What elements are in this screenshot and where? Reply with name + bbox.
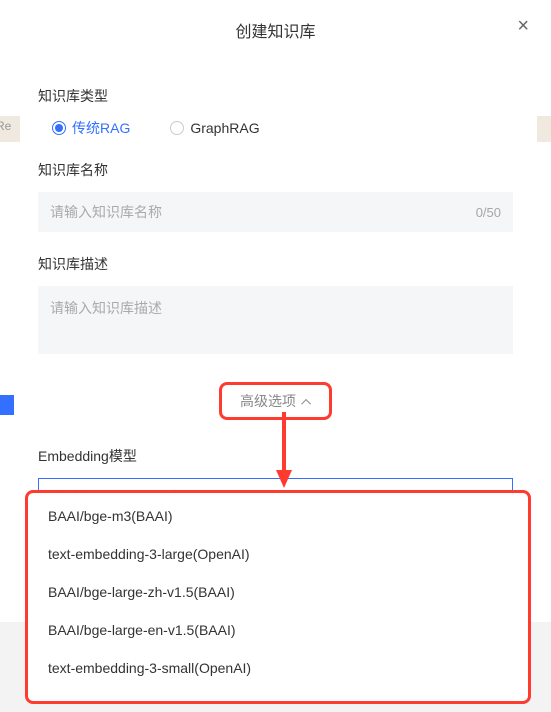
embedding-option[interactable]: text-embedding-ada-002(OpenAI) bbox=[28, 687, 528, 704]
char-counter: 0/50 bbox=[476, 205, 501, 220]
radio-label: GraphRAG bbox=[190, 120, 259, 136]
embedding-dropdown: BAAI/bge-m3(BAAI) text-embedding-3-large… bbox=[25, 490, 531, 704]
advanced-options-label: 高级选项 bbox=[240, 393, 296, 409]
radio-icon bbox=[170, 121, 184, 135]
chevron-up-icon bbox=[301, 399, 311, 409]
kb-type-label: 知识库类型 bbox=[38, 86, 513, 106]
radio-label: 传统RAG bbox=[72, 118, 130, 138]
radio-traditional-rag[interactable]: 传统RAG bbox=[52, 118, 130, 138]
embedding-option[interactable]: BAAI/bge-large-en-v1.5(BAAI) bbox=[28, 611, 528, 649]
radio-graphrag[interactable]: GraphRAG bbox=[170, 118, 259, 138]
embedding-option[interactable]: BAAI/bge-large-zh-v1.5(BAAI) bbox=[28, 573, 528, 611]
kb-desc-textarea[interactable]: 请输入知识库描述 bbox=[38, 286, 513, 354]
kb-name-label: 知识库名称 bbox=[38, 160, 513, 180]
radio-icon bbox=[52, 121, 66, 135]
kb-name-input[interactable]: 请输入知识库名称 0/50 bbox=[38, 192, 513, 232]
close-button[interactable]: × bbox=[517, 16, 529, 36]
modal-header: 创建知识库 × bbox=[0, 0, 551, 50]
textarea-placeholder: 请输入知识库描述 bbox=[50, 300, 162, 316]
embedding-option[interactable]: text-embedding-3-large(OpenAI) bbox=[28, 535, 528, 573]
kb-desc-label: 知识库描述 bbox=[38, 254, 513, 274]
embedding-option[interactable]: text-embedding-3-small(OpenAI) bbox=[28, 649, 528, 687]
input-placeholder: 请输入知识库名称 bbox=[50, 202, 162, 222]
advanced-options-toggle[interactable]: 高级选项 bbox=[219, 382, 332, 420]
modal-title: 创建知识库 bbox=[235, 24, 315, 41]
kb-type-radio-group: 传统RAG GraphRAG bbox=[52, 118, 513, 138]
embedding-option[interactable]: BAAI/bge-m3(BAAI) bbox=[28, 497, 528, 535]
embedding-label: Embedding模型 bbox=[38, 446, 513, 466]
